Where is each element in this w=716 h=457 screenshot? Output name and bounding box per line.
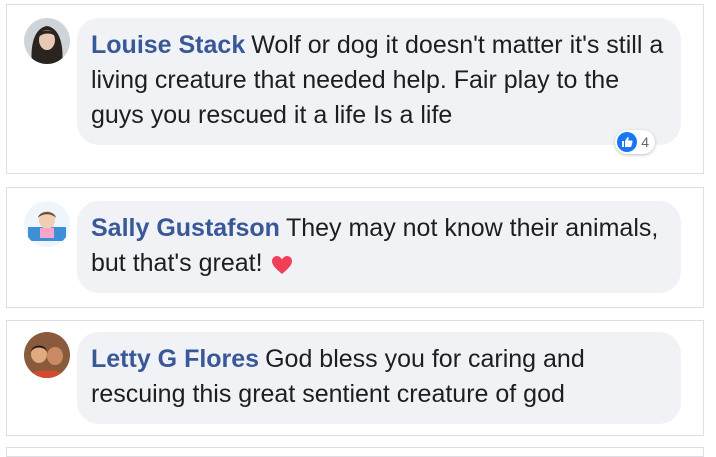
avatar[interactable] xyxy=(24,201,70,247)
comment-card: Sally Gustafson They may not know their a… xyxy=(6,187,704,308)
avatar[interactable] xyxy=(24,332,70,378)
reaction-count: 4 xyxy=(641,133,649,150)
comment-card xyxy=(6,447,704,457)
avatar[interactable] xyxy=(24,18,70,64)
reaction-summary[interactable]: 4 xyxy=(615,130,655,154)
comment-author[interactable]: Louise Stack xyxy=(91,31,245,59)
comment-author[interactable]: Sally Gustafson xyxy=(91,214,280,242)
comment-bubble: Louise Stack Wolf or dog it doesn't matte… xyxy=(77,18,681,154)
heart-icon xyxy=(271,250,293,285)
comment-card: Letty G Flores God bless you for caring a… xyxy=(6,320,704,436)
comment-bubble: Letty G Flores God bless you for caring a… xyxy=(77,332,681,424)
like-icon xyxy=(617,132,638,152)
comment-card: Louise Stack Wolf or dog it doesn't matte… xyxy=(6,4,704,174)
comment-author[interactable]: Letty G Flores xyxy=(91,345,259,373)
comment-bubble: Sally Gustafson They may not know their a… xyxy=(77,201,681,293)
